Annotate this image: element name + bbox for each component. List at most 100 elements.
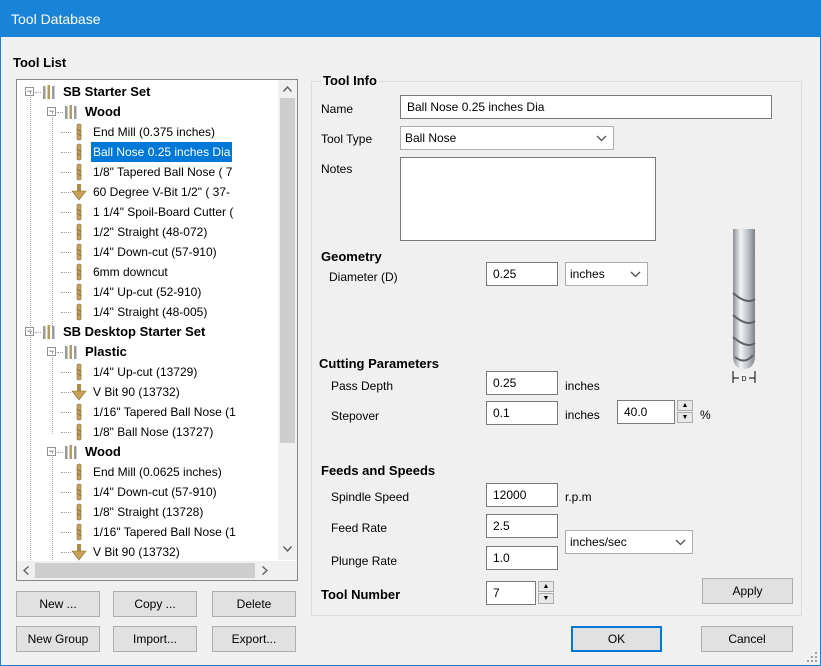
cancel-button[interactable]: Cancel: [701, 626, 793, 652]
tool-number-field[interactable]: 7: [486, 581, 536, 605]
router-bit-icon: [76, 223, 82, 241]
new-tool-button[interactable]: New ...: [16, 591, 100, 617]
tree-item-label: 1/4" Straight (48-005): [93, 305, 208, 319]
window-title: Tool Database: [1, 1, 820, 37]
tree-connector: [61, 392, 71, 393]
router-bit-icon: [76, 523, 82, 541]
chevron-down-icon: [596, 135, 607, 142]
apply-button[interactable]: Apply: [702, 578, 793, 604]
spin-down-icon[interactable]: ▼: [538, 593, 554, 604]
router-bit-icon: [76, 503, 82, 521]
diameter-diagram-label: D: [741, 376, 746, 383]
pass-depth-label: Pass Depth: [331, 379, 394, 393]
tree-item-label: Wood: [85, 444, 121, 459]
stepover-percent-field[interactable]: 40.0: [617, 400, 675, 424]
tree-connector: [61, 552, 71, 553]
name-field[interactable]: Ball Nose 0.25 inches Dia: [400, 95, 772, 119]
tree-connector: [61, 472, 71, 473]
tool-group-icon: [65, 105, 77, 119]
tree-item-label: End Mill (0.375 inches): [93, 125, 216, 139]
percent-sign: %: [700, 408, 711, 422]
tree-item-label: Wood: [85, 104, 121, 119]
tree-item-label: Plastic: [85, 344, 127, 359]
tree-guide-line: [30, 332, 31, 564]
spin-down-icon[interactable]: ▼: [677, 412, 693, 423]
geometry-heading: Geometry: [321, 249, 382, 264]
tree-vertical-scrollbar[interactable]: [278, 80, 297, 560]
router-bit-icon: [76, 483, 82, 501]
pass-depth-field[interactable]: 0.25: [486, 371, 558, 395]
tree-item-label: 1/4" Down-cut (57-910): [93, 245, 217, 259]
tree-item-label: V Bit 90 (13732): [93, 545, 180, 559]
router-bit-icon: [76, 123, 82, 141]
resize-grip-icon[interactable]: [806, 651, 818, 663]
spindle-speed-field[interactable]: 12000: [486, 483, 558, 507]
name-label: Name: [321, 102, 354, 116]
router-bit-icon: [76, 363, 82, 381]
tree-item-label: 6mm downcut: [93, 265, 168, 279]
ok-button[interactable]: OK: [571, 626, 662, 652]
chevron-down-icon: [675, 539, 686, 546]
tool-group-icon: [65, 445, 77, 459]
router-bit-icon: [76, 303, 82, 321]
tool-number-spinner[interactable]: ▲ ▼: [538, 581, 554, 605]
tool-tree[interactable]: − SB Starter Set − Wood End Mill (0.375 inch…: [16, 79, 298, 581]
tree-connector: [61, 432, 71, 433]
delete-tool-button[interactable]: Delete: [212, 591, 296, 617]
tool-type-value: Ball Nose: [405, 131, 457, 145]
scroll-up-icon[interactable]: [283, 86, 292, 92]
spin-up-icon[interactable]: ▲: [538, 581, 554, 592]
stepover-percent-spinner[interactable]: ▲ ▼: [677, 400, 693, 424]
router-bit-icon: [76, 143, 82, 161]
chevron-down-icon: [630, 271, 641, 278]
tree-item-label: End Mill (0.0625 inches): [93, 465, 222, 479]
scroll-right-icon[interactable]: [262, 566, 268, 575]
plunge-rate-field[interactable]: 1.0: [486, 546, 558, 570]
tree-item-label: SB Desktop Starter Set: [63, 324, 206, 339]
tree-item-label: 1/16" Tapered Ball Nose (1: [93, 405, 236, 419]
stepover-label: Stepover: [331, 409, 380, 423]
tree-vertical-scroll-thumb[interactable]: [280, 98, 295, 443]
stepover-field[interactable]: 0.1: [486, 401, 558, 425]
copy-tool-button[interactable]: Copy ...: [113, 591, 197, 617]
diameter-label: Diameter (D): [329, 270, 398, 284]
notes-field[interactable]: [400, 157, 656, 241]
v-bit-icon: [71, 384, 87, 401]
tree-item-label: 1 1/4" Spoil-Board Cutter (: [93, 205, 234, 219]
spin-up-icon[interactable]: ▲: [677, 400, 693, 411]
tree-connector: [61, 132, 71, 133]
tool-type-select[interactable]: Ball Nose: [400, 126, 614, 150]
scroll-down-icon[interactable]: [283, 546, 292, 552]
tool-type-label: Tool Type: [321, 132, 373, 146]
tree-item-label: V Bit 90 (13732): [93, 385, 180, 399]
import-button[interactable]: Import...: [113, 626, 197, 652]
tool-database-window: Tool Database Tool List − SB Starter Set −…: [0, 0, 821, 666]
diameter-unit-select[interactable]: inches: [565, 262, 648, 286]
tool-info-heading: Tool Info: [321, 73, 379, 88]
tree-horizontal-scroll-thumb[interactable]: [35, 563, 255, 578]
tree-connector: [61, 172, 71, 173]
v-bit-icon: [71, 544, 87, 561]
scroll-left-icon[interactable]: [23, 566, 29, 575]
tree-item-label: 1/2" Straight (48-072): [93, 225, 208, 239]
tree-connector: [61, 192, 71, 193]
tree-connector: [61, 492, 71, 493]
tree-item-label: 1/8" Ball Nose (13727): [93, 425, 214, 439]
tree-connector: [61, 372, 71, 373]
new-group-button[interactable]: New Group: [16, 626, 100, 652]
tool-number-label: Tool Number: [321, 587, 401, 602]
diameter-field[interactable]: 0.25: [486, 262, 558, 286]
tool-group-icon: [43, 325, 55, 339]
tree-item-label: 1/4" Up-cut (13729): [93, 365, 198, 379]
spindle-speed-unit: r.p.m: [565, 490, 592, 504]
rate-unit-select[interactable]: inches/sec: [565, 530, 693, 554]
tree-guide-line: [52, 452, 53, 562]
export-button[interactable]: Export...: [212, 626, 296, 652]
feed-rate-field[interactable]: 2.5: [486, 514, 558, 538]
tree-connector: [61, 292, 71, 293]
feed-rate-label: Feed Rate: [331, 521, 388, 535]
tree-horizontal-scrollbar[interactable]: [17, 561, 297, 580]
ball-nose-bit-diagram-icon: D: [732, 229, 756, 383]
tree-guide-line: [52, 352, 53, 434]
spindle-speed-label: Spindle Speed: [331, 490, 410, 504]
